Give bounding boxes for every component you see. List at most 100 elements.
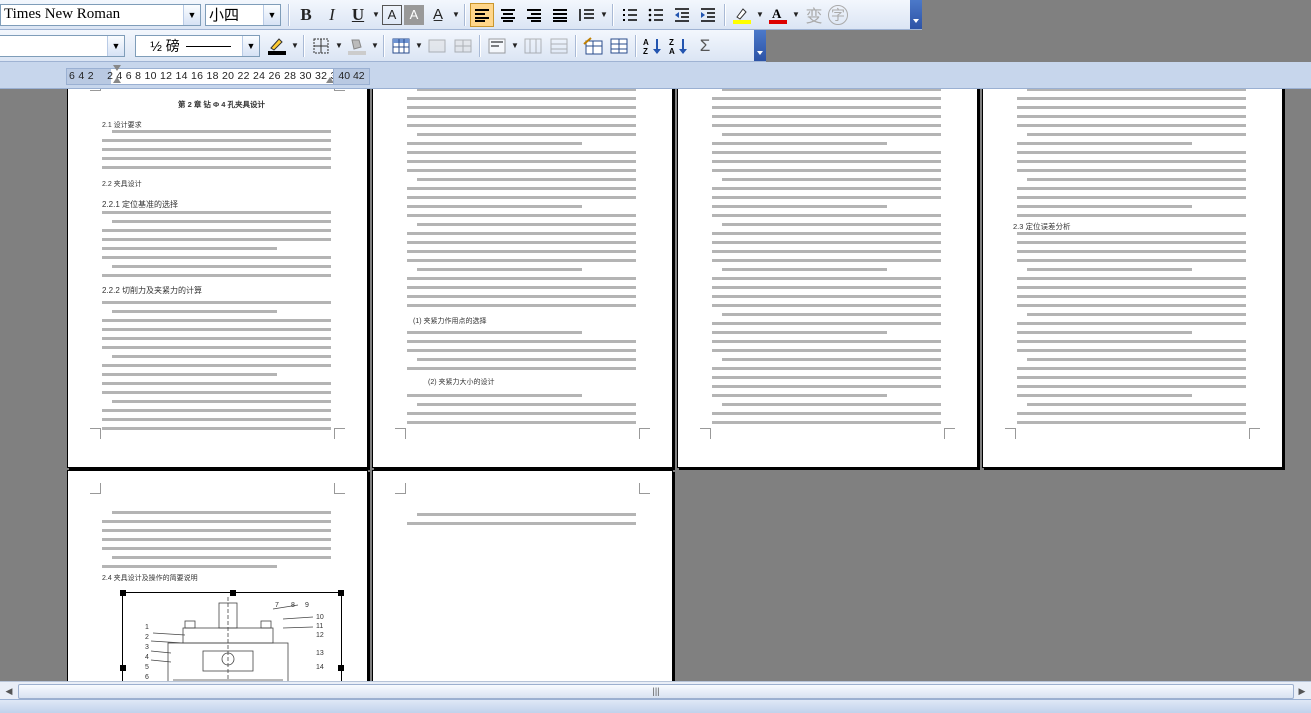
document-page[interactable]: 第 2 章 钻 Φ 4 孔夹具设计 2.1 设计要求 2.2 夹具设计 2.2.… bbox=[67, 89, 368, 468]
text-line bbox=[1017, 259, 1246, 262]
chevron-down-icon[interactable]: ▼ bbox=[263, 4, 280, 25]
scroll-right-icon[interactable]: ▶ bbox=[1295, 684, 1309, 698]
chevron-down-icon[interactable]: ▼ bbox=[755, 10, 765, 19]
document-page[interactable]: 2.3 定位误差分析 bbox=[982, 89, 1283, 468]
scroll-left-icon[interactable]: ◀ bbox=[2, 684, 16, 698]
line-weight-combo[interactable]: ½ 磅 ▼ bbox=[135, 34, 260, 57]
distribute-rows-icon[interactable] bbox=[521, 34, 545, 58]
merge-cells-icon[interactable] bbox=[425, 34, 449, 58]
sort-ascending-icon[interactable]: AZ bbox=[641, 34, 665, 58]
align-left-icon[interactable] bbox=[470, 2, 494, 27]
chevron-down-icon[interactable]: ▼ bbox=[451, 10, 461, 19]
character-shading-icon[interactable]: A bbox=[404, 4, 424, 25]
text-line bbox=[1017, 295, 1246, 298]
text-line bbox=[1017, 151, 1246, 154]
line-style-combo[interactable]: ▼ bbox=[0, 34, 125, 57]
sort-descending-icon[interactable]: ZA bbox=[667, 34, 691, 58]
character-border-icon[interactable]: A bbox=[382, 4, 402, 25]
autofit-icon[interactable] bbox=[607, 34, 631, 58]
drawing-label: 6 bbox=[145, 674, 149, 681]
distribute-columns-icon[interactable] bbox=[547, 34, 571, 58]
horizontal-scrollbar[interactable]: ◀ ||| ▶ bbox=[0, 681, 1311, 700]
insert-table-icon[interactable] bbox=[389, 34, 413, 58]
justify-icon[interactable] bbox=[548, 3, 572, 27]
chevron-down-icon[interactable]: ▼ bbox=[290, 41, 300, 50]
text-line bbox=[1017, 286, 1246, 289]
character-scaling-icon[interactable]: A̲ bbox=[426, 3, 450, 27]
highlight-icon[interactable] bbox=[730, 3, 754, 27]
line-weight-value: ½ 磅 bbox=[136, 36, 242, 56]
text-line bbox=[407, 340, 636, 343]
autosum-icon[interactable]: Σ bbox=[693, 34, 717, 58]
chevron-down-icon[interactable]: ▼ bbox=[370, 41, 380, 50]
chevron-down-icon[interactable]: ▼ bbox=[599, 10, 609, 19]
chevron-down-icon[interactable]: ▼ bbox=[107, 35, 124, 56]
indent-marker-icon[interactable] bbox=[113, 65, 121, 71]
toolbar-separator bbox=[303, 34, 305, 57]
scroll-thumb[interactable]: ||| bbox=[18, 684, 1294, 699]
line-spacing-icon[interactable] bbox=[574, 3, 598, 27]
bold-icon[interactable]: B bbox=[294, 3, 318, 27]
increase-indent-icon[interactable] bbox=[696, 3, 720, 27]
border-color-icon[interactable] bbox=[265, 34, 289, 58]
resize-handle[interactable] bbox=[230, 590, 236, 596]
document-page[interactable]: (1) 夹紧力作用点的选择 (2) 夹紧力大小的设计 bbox=[372, 89, 673, 468]
borders-icon[interactable] bbox=[309, 34, 333, 58]
enclose-characters-icon[interactable]: 字 bbox=[828, 4, 848, 25]
text-line bbox=[407, 160, 636, 163]
toolbar-options-icon[interactable] bbox=[754, 30, 766, 61]
chevron-down-icon[interactable]: ▼ bbox=[371, 10, 381, 19]
text-line bbox=[1027, 313, 1246, 316]
text-line bbox=[102, 319, 331, 322]
text-line bbox=[407, 304, 636, 307]
crop-mark bbox=[700, 428, 711, 439]
document-page[interactable] bbox=[677, 89, 978, 468]
table-autoformat-icon[interactable] bbox=[581, 34, 605, 58]
text-line bbox=[417, 223, 636, 226]
split-cells-icon[interactable] bbox=[451, 34, 475, 58]
resize-handle[interactable] bbox=[338, 590, 344, 596]
document-page[interactable] bbox=[372, 470, 673, 681]
text-line bbox=[407, 259, 636, 262]
text-line bbox=[102, 538, 331, 541]
resize-handle[interactable] bbox=[120, 590, 126, 596]
chevron-down-icon[interactable]: ▼ bbox=[242, 35, 259, 56]
text-line bbox=[712, 160, 941, 163]
bullet-list-icon[interactable] bbox=[644, 3, 668, 27]
chevron-down-icon[interactable]: ▼ bbox=[791, 10, 801, 19]
align-center-icon[interactable] bbox=[496, 3, 520, 27]
underline-icon[interactable]: U bbox=[346, 3, 370, 27]
align-right-icon[interactable] bbox=[522, 3, 546, 27]
text-line bbox=[722, 358, 941, 361]
toolbar-options-icon[interactable] bbox=[910, 0, 922, 29]
document-page[interactable]: 2.4 夹具设计及操作的简要说明 7 8 9 10 11 12 13 14 1 … bbox=[67, 470, 368, 681]
numbered-list-icon[interactable] bbox=[618, 3, 642, 27]
align-cell-icon[interactable] bbox=[485, 34, 509, 58]
resize-handle[interactable] bbox=[120, 665, 126, 671]
chevron-down-icon[interactable]: ▼ bbox=[334, 41, 344, 50]
chevron-down-icon[interactable]: ▼ bbox=[183, 4, 200, 25]
italic-icon[interactable]: I bbox=[320, 3, 344, 27]
decrease-indent-icon[interactable] bbox=[670, 3, 694, 27]
text-line bbox=[1017, 331, 1192, 334]
text-line bbox=[712, 421, 941, 424]
font-size-combo[interactable]: 小四 ▼ bbox=[205, 3, 281, 26]
chevron-down-icon[interactable]: ▼ bbox=[414, 41, 424, 50]
svg-text:Z: Z bbox=[643, 47, 648, 55]
chevron-down-icon[interactable]: ▼ bbox=[510, 41, 520, 50]
document-workspace[interactable]: 第 2 章 钻 Φ 4 孔夹具设计 2.1 设计要求 2.2 夹具设计 2.2.… bbox=[0, 89, 1311, 681]
fixture-drawing[interactable]: 7 8 9 10 11 12 13 14 1 2 3 4 5 6 bbox=[120, 590, 344, 681]
text-line bbox=[407, 187, 636, 190]
text-line bbox=[1017, 214, 1246, 217]
phonetic-guide-icon[interactable]: 变 bbox=[802, 3, 826, 27]
font-color-icon[interactable]: A bbox=[766, 3, 790, 27]
text-line bbox=[112, 310, 277, 313]
text-line bbox=[1017, 412, 1246, 415]
horizontal-ruler[interactable]: 6 4 2 2 4 6 8 10 12 14 16 18 20 22 24 26… bbox=[66, 68, 368, 85]
indent-marker-icon[interactable] bbox=[113, 77, 121, 83]
chapter-heading: 第 2 章 钻 Φ 4 孔夹具设计 bbox=[178, 100, 266, 109]
resize-handle[interactable] bbox=[338, 665, 344, 671]
shading-color-icon[interactable] bbox=[345, 34, 369, 58]
crop-mark bbox=[90, 428, 101, 439]
font-name-combo[interactable]: Times New Roman ▼ bbox=[0, 3, 201, 26]
